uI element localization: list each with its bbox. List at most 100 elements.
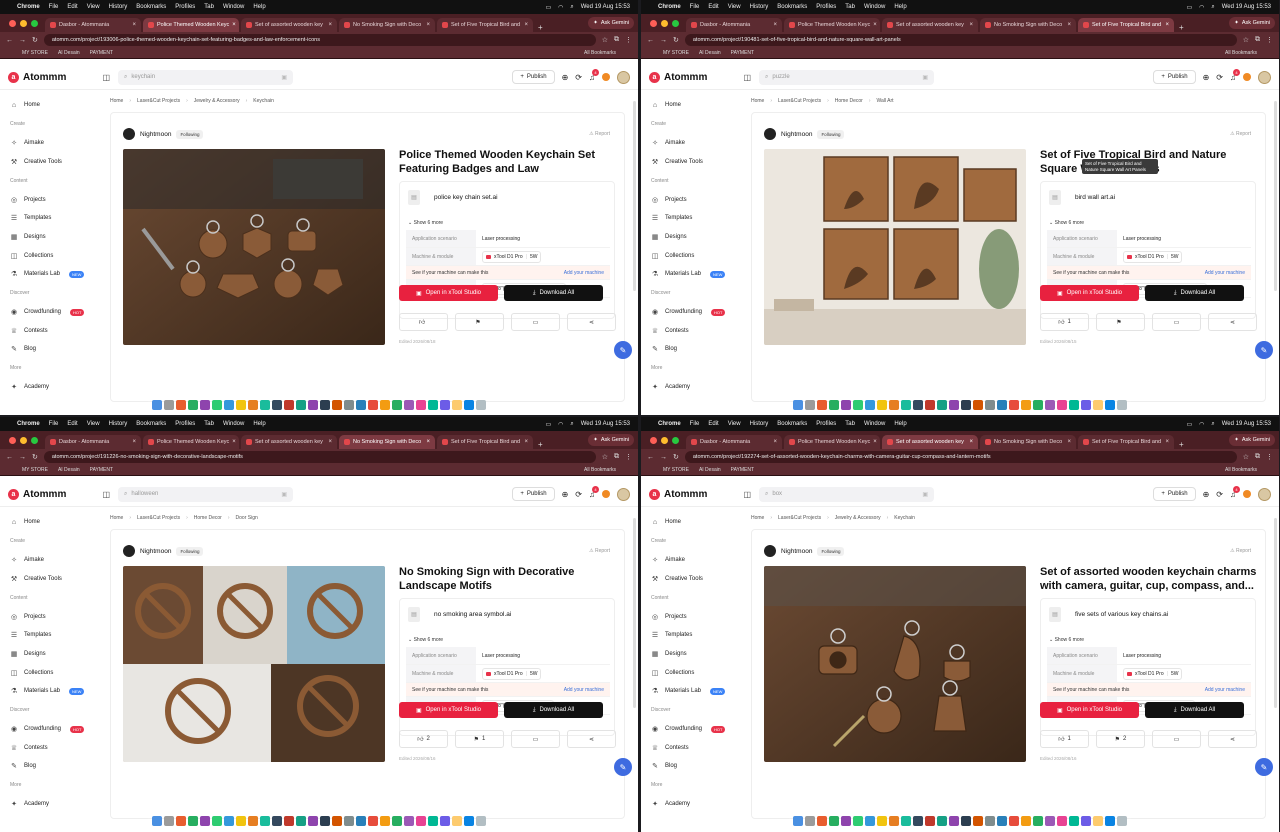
dock-app-icon[interactable]: [332, 816, 342, 826]
feedback-fab[interactable]: ✎: [614, 758, 632, 776]
points-coin-icon[interactable]: [602, 73, 610, 81]
bookmark-aidesain[interactable]: AI Desain: [58, 467, 80, 473]
feedback-fab[interactable]: ✎: [614, 341, 632, 359]
dock-app-icon[interactable]: [817, 816, 827, 826]
points-coin-icon[interactable]: [602, 490, 610, 498]
dock-app-icon[interactable]: [1021, 400, 1031, 410]
minimize-window-button[interactable]: [661, 19, 668, 27]
extensions-icon[interactable]: ⧉: [1255, 453, 1260, 461]
language-icon[interactable]: ⊕: [1203, 73, 1210, 82]
address-bar[interactable]: atomm.com/project/191226-no-smoking-sign…: [43, 451, 596, 463]
close-window-button[interactable]: [9, 19, 16, 27]
dock-app-icon[interactable]: [1033, 816, 1043, 826]
dock-app-icon[interactable]: [368, 400, 378, 410]
sync-icon[interactable]: ⟳: [575, 73, 582, 82]
close-tab-icon[interactable]: ×: [969, 22, 973, 28]
file-row[interactable]: ▤ bird wall art.ai: [1049, 190, 1115, 205]
menu-edit[interactable]: Edit: [67, 421, 77, 427]
dock-app-icon[interactable]: [913, 400, 923, 410]
dock-app-icon[interactable]: [188, 400, 198, 410]
points-coin-icon[interactable]: [1243, 490, 1251, 498]
all-bookmarks[interactable]: All Bookmarks: [584, 50, 616, 56]
dock-app-icon[interactable]: [344, 816, 354, 826]
menu-icon[interactable]: ⋮: [625, 36, 632, 44]
menu-icon[interactable]: ⋮: [1266, 453, 1273, 461]
bookmark-payment[interactable]: PAYMENT: [90, 50, 113, 56]
breadcrumb-item[interactable]: Keychain: [894, 515, 915, 521]
dock-app-icon[interactable]: [416, 816, 426, 826]
show-more-toggle[interactable]: ⌄ Show 6 more: [1049, 220, 1084, 226]
dock-app-icon[interactable]: [865, 816, 875, 826]
dock-app-icon[interactable]: [1009, 400, 1019, 410]
breadcrumb-item[interactable]: Home: [110, 515, 123, 521]
menu-history[interactable]: History: [750, 4, 769, 10]
breadcrumb-item[interactable]: Jewelry & Accessory: [194, 98, 240, 104]
dock-app-icon[interactable]: [949, 816, 959, 826]
menu-bookmarks[interactable]: Bookmarks: [136, 421, 166, 427]
like-button[interactable]: 👍︎ 1: [1040, 730, 1089, 748]
points-coin-icon[interactable]: [1243, 73, 1251, 81]
dock-app-icon[interactable]: [188, 816, 198, 826]
menu-icon[interactable]: ⋮: [1266, 36, 1273, 44]
breadcrumb-item[interactable]: Laser&Cut Projects: [778, 98, 821, 104]
breadcrumb-item[interactable]: Home: [751, 515, 764, 521]
search-icon[interactable]: ⌕: [570, 421, 573, 428]
bookmark-aidesain[interactable]: AI Desain: [699, 50, 721, 56]
ask-gemini-button[interactable]: ✦ Ask Gemini: [1229, 434, 1275, 446]
sidebar-item-crowdfunding[interactable]: ◉ Crowdfunding HOT: [649, 303, 737, 322]
bookmark-payment[interactable]: PAYMENT: [731, 467, 754, 473]
clock[interactable]: Wed 19 Aug 15:53: [1222, 421, 1271, 427]
menu-chrome[interactable]: Chrome: [17, 421, 40, 427]
file-row[interactable]: ▤ five sets of various key chains.ai: [1049, 607, 1168, 622]
sidebar-item-academy[interactable]: ✦ Academy: [649, 795, 737, 814]
dock-app-icon[interactable]: [272, 816, 282, 826]
dock-app-icon[interactable]: [248, 816, 258, 826]
browser-tab[interactable]: Dasbor - Atommania ×: [686, 18, 782, 32]
close-tab-icon[interactable]: ×: [232, 439, 236, 445]
breadcrumb-item[interactable]: Keychain: [253, 98, 274, 104]
bookmark-mystore[interactable]: MY STORE: [663, 467, 689, 473]
menu-icon[interactable]: ⋮: [625, 453, 632, 461]
report-link[interactable]: ⚠ Report: [1230, 131, 1251, 137]
dock-app-icon[interactable]: [805, 816, 815, 826]
close-window-button[interactable]: [650, 19, 657, 27]
search-icon[interactable]: ⌕: [570, 4, 573, 11]
dock-app-icon[interactable]: [793, 400, 803, 410]
menu-file[interactable]: File: [690, 4, 700, 10]
dock-app-icon[interactable]: [901, 816, 911, 826]
dock-app-icon[interactable]: [260, 400, 270, 410]
dock-app-icon[interactable]: [805, 400, 815, 410]
dock-app-icon[interactable]: [404, 400, 414, 410]
browser-tab[interactable]: Set of Five Tropical Bird and ×: [1078, 18, 1174, 32]
menu-edit[interactable]: Edit: [708, 4, 718, 10]
like-button[interactable]: 👍︎: [399, 313, 448, 331]
menu-edit[interactable]: Edit: [708, 421, 718, 427]
back-icon[interactable]: ←: [647, 37, 654, 44]
dock-app-icon[interactable]: [464, 400, 474, 410]
dock-app-icon[interactable]: [949, 400, 959, 410]
sidebar-item-contests[interactable]: ♕ Contests: [8, 322, 96, 341]
sidebar-item-templates[interactable]: ☰ Templates: [8, 209, 96, 228]
search-icon[interactable]: ⌕: [1211, 421, 1214, 428]
minimize-window-button[interactable]: [661, 436, 668, 444]
dock-app-icon[interactable]: [1057, 400, 1067, 410]
sidebar-item-aimake[interactable]: ✧ Aimake: [649, 551, 737, 570]
open-in-xtool-button[interactable]: ▣ Open in xTool Studio: [1040, 702, 1139, 718]
menu-window[interactable]: Window: [864, 421, 885, 427]
dock-app-icon[interactable]: [320, 400, 330, 410]
zoom-window-button[interactable]: [31, 19, 38, 27]
forward-icon[interactable]: →: [660, 454, 667, 461]
search-input[interactable]: ⌕ box ▣: [759, 486, 934, 502]
dock-app-icon[interactable]: [937, 816, 947, 826]
zoom-window-button[interactable]: [672, 19, 679, 27]
breadcrumb-item[interactable]: Home Decor: [835, 98, 863, 104]
zoom-window-button[interactable]: [672, 436, 679, 444]
author-avatar[interactable]: [123, 545, 135, 557]
dock-app-icon[interactable]: [793, 816, 803, 826]
browser-tab[interactable]: No Smoking Sign with Deco ×: [339, 18, 435, 32]
breadcrumb-item[interactable]: Home: [751, 98, 764, 104]
language-icon[interactable]: ⊕: [1203, 490, 1210, 499]
bookmark-mystore[interactable]: MY STORE: [22, 50, 48, 56]
image-search-icon[interactable]: ▣: [281, 491, 287, 498]
sidebar-item-blog[interactable]: ✎ Blog: [649, 757, 737, 776]
